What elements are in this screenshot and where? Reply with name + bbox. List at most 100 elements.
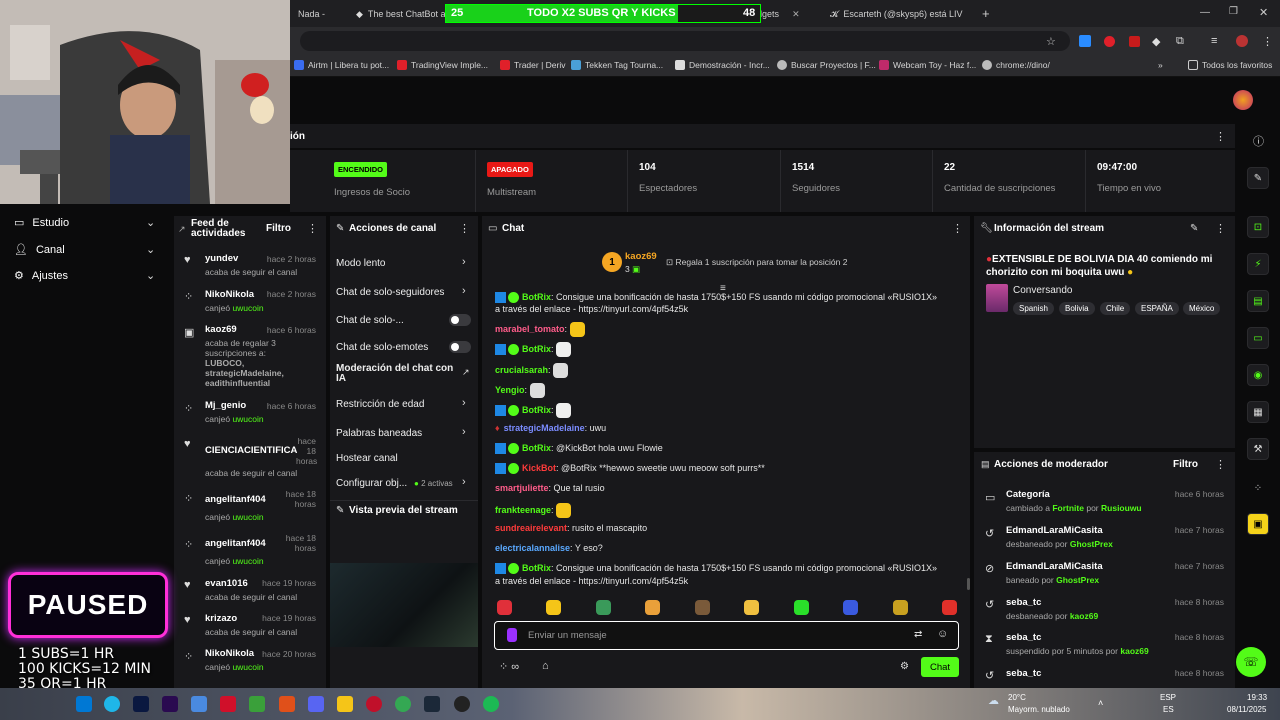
- extension-icon[interactable]: [1129, 36, 1140, 47]
- chevron-right-icon[interactable]: ›: [462, 256, 466, 268]
- category-name[interactable]: Conversando: [1013, 285, 1072, 296]
- chevron-down-icon[interactable]: ⌄: [146, 243, 155, 256]
- lang-indicator-sub[interactable]: ES: [1163, 705, 1174, 714]
- emote[interactable]: [892, 600, 908, 615]
- omnibox[interactable]: [300, 31, 1070, 51]
- action-followers-only[interactable]: Chat de solo-seguidores: [336, 287, 444, 298]
- chat-username[interactable]: crucialsarah: [495, 365, 548, 375]
- user-avatar[interactable]: [1233, 90, 1253, 110]
- bookmark-item[interactable]: Airtm | Libera tu pot...: [294, 60, 389, 70]
- mod-row-actor[interactable]: GhostPrex: [1056, 575, 1099, 585]
- tag-chip[interactable]: ESPAÑA: [1135, 302, 1179, 315]
- mod-row-target[interactable]: Fortnite: [1052, 503, 1084, 513]
- partner-status-badge[interactable]: ENCENDIDO: [334, 162, 388, 177]
- mic-icon[interactable]: [507, 628, 517, 642]
- edge-icon[interactable]: [104, 696, 120, 712]
- feed-filter-button[interactable]: Filtro: [266, 223, 291, 234]
- action-emotes-only[interactable]: Chat de solo-emotes: [336, 342, 428, 353]
- bookmark-item[interactable]: Demostración - Incr...: [675, 60, 770, 70]
- tray-chevron-icon[interactable]: ˄: [1098, 698, 1103, 708]
- wrench-icon[interactable]: ⚒: [1247, 438, 1269, 460]
- stream-info-menu-icon[interactable]: ⋮: [1215, 222, 1226, 235]
- tag-chip[interactable]: México: [1183, 302, 1221, 315]
- stream-preview-video[interactable]: [330, 563, 478, 647]
- media-icon[interactable]: ≡: [1211, 35, 1217, 47]
- chrome-icon[interactable]: [395, 696, 411, 712]
- chat-username[interactable]: BotRix: [522, 443, 551, 453]
- layout-icon[interactable]: ▦: [1247, 401, 1269, 423]
- edit-layout-icon[interactable]: ✎: [1247, 167, 1269, 189]
- chevron-right-icon[interactable]: ›: [462, 476, 466, 488]
- chat-settings-icon[interactable]: ⚙: [900, 661, 909, 672]
- points-icon[interactable]: ⁘ ∞: [499, 660, 519, 673]
- feed-item-name[interactable]: angelitanf404: [205, 538, 266, 549]
- puzzle-icon[interactable]: ⧉: [1176, 35, 1184, 48]
- emote[interactable]: [595, 600, 611, 615]
- clock-date[interactable]: 08/11/2025: [1227, 705, 1266, 714]
- extension-icon[interactable]: [1079, 35, 1091, 47]
- actions-menu-icon[interactable]: ⋮: [459, 222, 470, 235]
- emote[interactable]: [497, 600, 512, 615]
- mod-row-title[interactable]: seba_tc: [1006, 597, 1041, 608]
- action-configure-goals[interactable]: Configurar obj...: [336, 478, 407, 489]
- chat-scrollbar[interactable]: [967, 578, 970, 590]
- external-link-icon[interactable]: ↗: [462, 367, 470, 378]
- action-subs-only[interactable]: Chat de solo-...: [336, 315, 404, 326]
- feed-item-name[interactable]: NikoNikola: [205, 289, 254, 300]
- tab-escarteth[interactable]: 𝓚Escarteth (@skysp6) está LIV✕: [824, 4, 974, 24]
- new-tab-icon[interactable]: +: [982, 6, 990, 21]
- bookmark-item[interactable]: Tekken Tag Tourna...: [571, 60, 663, 70]
- multistream-status-badge[interactable]: APAGADO: [487, 162, 533, 177]
- mod-row-actor[interactable]: kaoz69: [1120, 646, 1148, 656]
- store-icon[interactable]: ⌂: [542, 660, 549, 672]
- chat-username[interactable]: sundreairelevant: [495, 523, 567, 533]
- chevron-right-icon[interactable]: ›: [462, 397, 466, 409]
- feed-menu-icon[interactable]: ⋮: [307, 222, 318, 235]
- bookmark-item[interactable]: TradingView Imple...: [397, 60, 488, 70]
- tag-chip[interactable]: Chile: [1100, 302, 1131, 315]
- pin-icon[interactable]: ✎: [336, 505, 344, 516]
- bookmarks-overflow-icon[interactable]: »: [1158, 60, 1163, 70]
- feed-item-name[interactable]: krizazo: [205, 613, 237, 624]
- window-close-icon[interactable]: ✕: [1259, 6, 1268, 19]
- chat-username[interactable]: KickBot: [522, 463, 556, 473]
- weather-temp[interactable]: 20°C: [1008, 693, 1026, 702]
- emote[interactable]: [546, 600, 562, 615]
- emote[interactable]: [941, 600, 957, 615]
- chat-username[interactable]: electricalannalise: [495, 543, 570, 553]
- category-thumbnail[interactable]: [986, 284, 1008, 312]
- folder-icon[interactable]: [337, 696, 353, 712]
- chat-username[interactable]: frankteenage: [495, 505, 551, 515]
- gift-prompt[interactable]: ⊡ Regala 1 suscripción para tomar la pos…: [666, 257, 847, 268]
- action-slow-mode[interactable]: Modo lento: [336, 258, 385, 269]
- sidebar-item-ajustes[interactable]: ⚙ Ajustes: [14, 269, 68, 283]
- spotify-icon[interactable]: [483, 696, 499, 712]
- mod-row-title[interactable]: seba_tc: [1006, 632, 1041, 643]
- pin-icon[interactable]: ↗: [178, 224, 186, 235]
- feed-item-name[interactable]: evan1016: [205, 578, 248, 589]
- gift-box-icon[interactable]: ▣: [1247, 513, 1269, 535]
- document-icon[interactable]: ▤: [1247, 290, 1269, 312]
- feed-item-name[interactable]: yundev: [205, 253, 238, 264]
- action-host-channel[interactable]: Hostear canal: [336, 453, 398, 464]
- feed-item-name[interactable]: CIENCIACIENTIFICA: [205, 445, 297, 456]
- extension-icon[interactable]: [1104, 36, 1115, 47]
- emote[interactable]: [843, 600, 859, 615]
- tag-chip[interactable]: Bolivia: [1059, 302, 1095, 315]
- edit-icon[interactable]: ✎: [1190, 223, 1198, 234]
- gift-leader-name[interactable]: kaoz69: [625, 251, 657, 262]
- chat-username[interactable]: strategicMadelaine: [504, 423, 585, 433]
- tab-nada[interactable]: Nada -: [292, 4, 347, 24]
- info-icon[interactable]: ⓘ: [1253, 133, 1264, 149]
- mod-filter-button[interactable]: Filtro: [1173, 459, 1198, 470]
- bookmark-item[interactable]: chrome://dino/: [982, 60, 1050, 70]
- mod-actions-menu-icon[interactable]: ⋮: [1215, 458, 1226, 471]
- all-bookmarks[interactable]: Todos los favoritos: [1188, 60, 1272, 70]
- steam-icon[interactable]: [424, 696, 440, 712]
- bookmark-item[interactable]: Trader | Deriv: [500, 60, 566, 70]
- brave-icon[interactable]: [279, 696, 295, 712]
- emote[interactable]: [645, 600, 661, 615]
- chat-username[interactable]: Yengio: [495, 385, 525, 395]
- premiere-icon[interactable]: [162, 696, 178, 712]
- mod-row-title[interactable]: EdmandLaraMiCasita: [1006, 525, 1103, 536]
